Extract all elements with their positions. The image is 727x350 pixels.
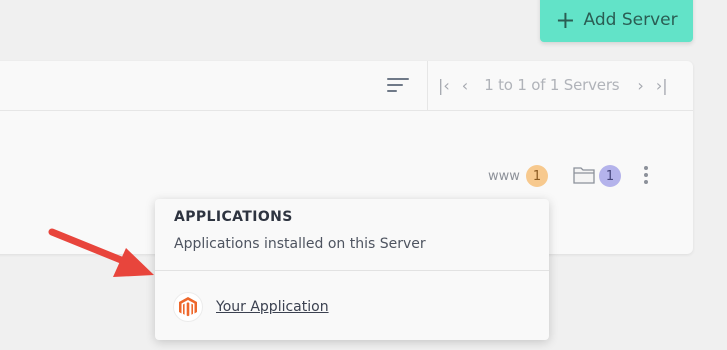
popover-divider	[155, 270, 549, 271]
first-page-icon[interactable]: |‹	[438, 76, 450, 95]
application-link[interactable]: Your Application	[216, 299, 329, 315]
popover-title: APPLICATIONS	[174, 209, 293, 225]
header-divider	[427, 61, 428, 110]
more-vertical-icon[interactable]	[643, 166, 649, 184]
magento-icon	[173, 292, 203, 322]
red-arrow-icon	[48, 228, 154, 277]
www-count-badge[interactable]: 1	[526, 165, 548, 187]
add-server-button[interactable]: + Add Server	[540, 0, 693, 42]
applications-popover: APPLICATIONS Applications installed on t…	[155, 199, 549, 340]
add-server-label: Add Server	[583, 10, 678, 30]
pagination-text: 1 to 1 of 1 Servers	[484, 76, 620, 94]
prev-page-icon[interactable]: ‹	[462, 76, 468, 95]
sort-icon[interactable]	[387, 76, 409, 94]
popover-subtitle: Applications installed on this Server	[174, 236, 426, 252]
plus-icon: +	[555, 6, 576, 34]
folder-count-badge[interactable]: 1	[599, 165, 621, 187]
last-page-icon[interactable]: ›|	[656, 76, 668, 95]
folder-icon[interactable]	[573, 165, 595, 185]
application-item[interactable]: Your Application	[173, 291, 329, 323]
pagination: |‹ ‹ 1 to 1 of 1 Servers › ›|	[438, 73, 668, 97]
www-label: www	[488, 169, 520, 184]
panel-header: |‹ ‹ 1 to 1 of 1 Servers › ›|	[0, 61, 693, 111]
next-page-icon[interactable]: ›	[637, 76, 643, 95]
